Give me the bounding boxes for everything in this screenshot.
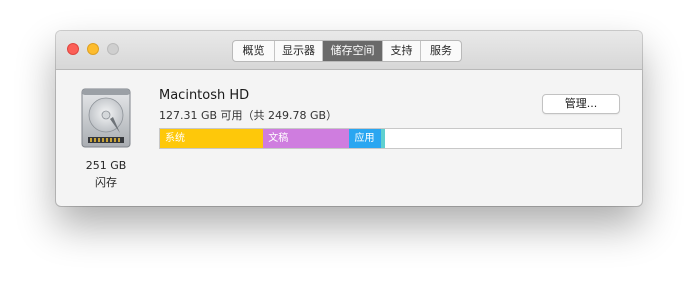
manage-button[interactable]: 管理... <box>542 94 620 114</box>
volume-name: Macintosh HD <box>159 88 250 103</box>
tab-overview[interactable]: 概览 <box>233 41 275 61</box>
close-button[interactable] <box>67 43 79 55</box>
about-this-mac-window: 概览 显示器 储存空间 支持 服务 251 GB 闪存 Macintosh HD… <box>56 31 642 206</box>
hard-drive-icon <box>81 88 131 148</box>
storage-bar: 系统 文稿 应用 <box>159 128 622 149</box>
tab-displays[interactable]: 显示器 <box>275 41 323 61</box>
tab-support[interactable]: 支持 <box>383 41 421 61</box>
tab-service[interactable]: 服务 <box>421 41 461 61</box>
volume-available: 127.31 GB 可用（共 249.78 GB） <box>159 109 338 122</box>
segment-label: 系统 <box>165 133 185 144</box>
segment-label: 应用 <box>354 133 375 144</box>
disk-type: 闪存 <box>95 176 117 189</box>
title-bar: 概览 显示器 储存空间 支持 服务 <box>56 31 642 70</box>
minimize-button[interactable] <box>87 43 99 55</box>
storage-segment-apps[interactable]: 应用 <box>349 129 382 148</box>
storage-segment-other[interactable] <box>381 129 385 148</box>
storage-segment-documents[interactable]: 文稿 <box>263 129 350 148</box>
disk-size: 251 GB <box>85 159 127 172</box>
zoom-button[interactable] <box>107 43 119 55</box>
segment-label: 文稿 <box>268 133 289 144</box>
tab-storage[interactable]: 储存空间 <box>323 41 383 61</box>
tab-bar: 概览 显示器 储存空间 支持 服务 <box>232 40 462 62</box>
storage-segment-system[interactable]: 系统 <box>160 129 264 148</box>
